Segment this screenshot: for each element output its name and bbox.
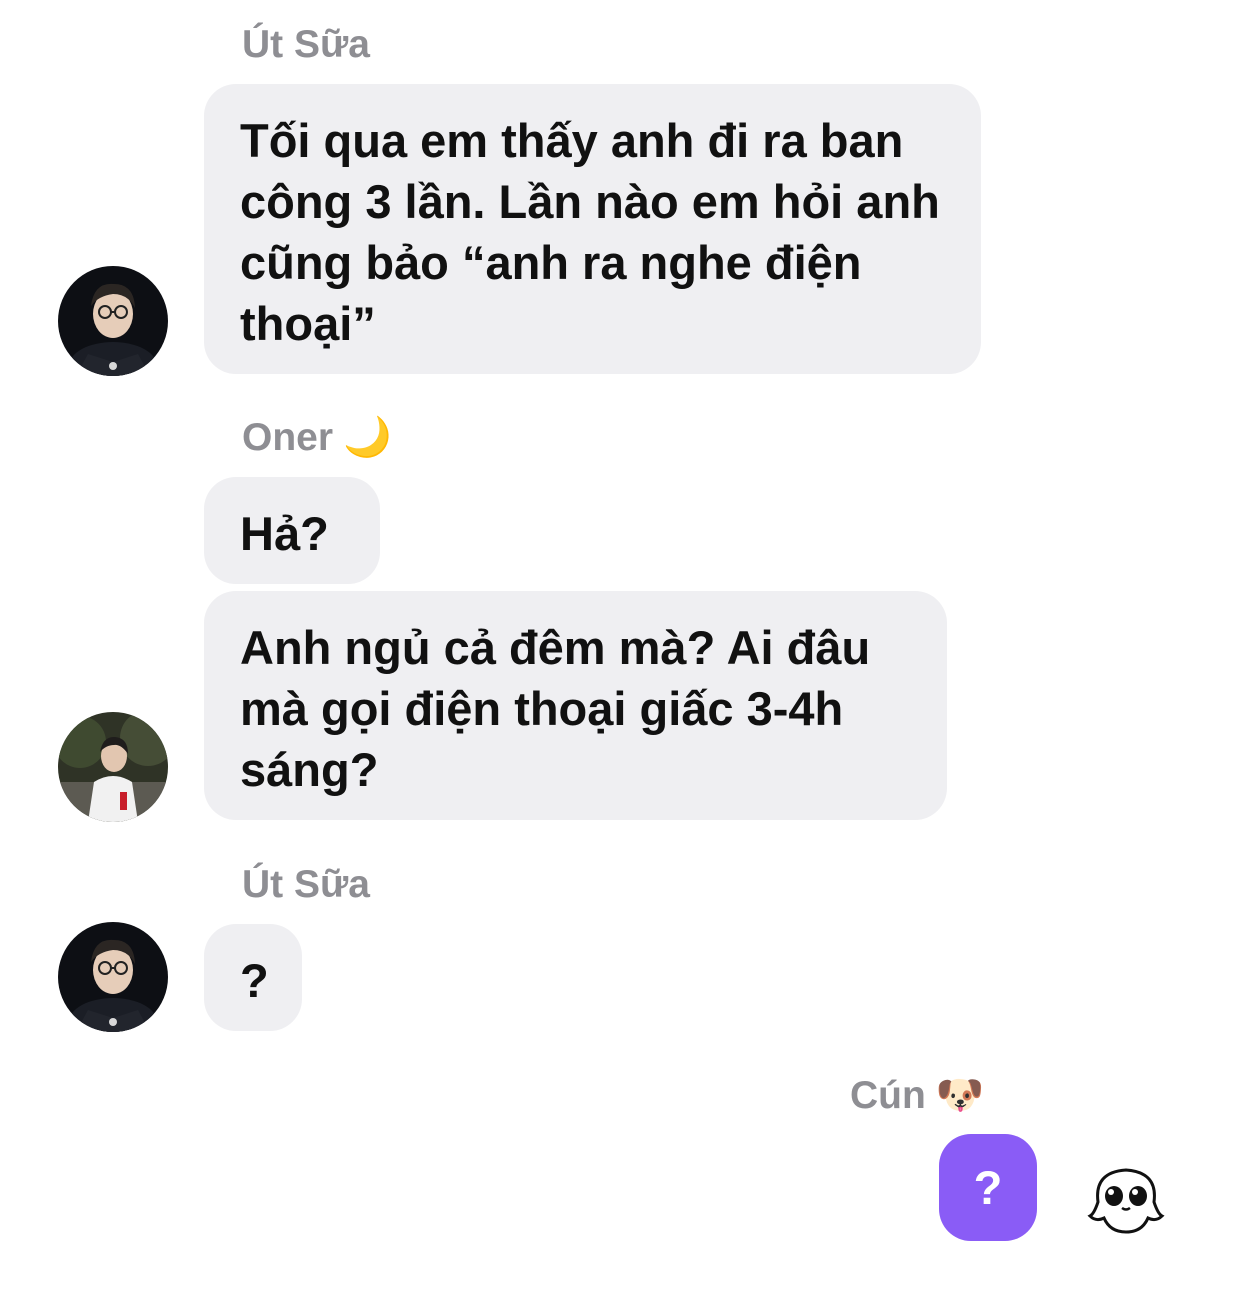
message-text: Tối qua em thấy anh đi ra ban công 3 lần… bbox=[240, 114, 940, 350]
message-bubble[interactable]: Anh ngủ cả đêm mà? Ai đâu mà gọi điện th… bbox=[204, 591, 947, 820]
avatar[interactable] bbox=[58, 922, 168, 1032]
avatar-photo bbox=[58, 266, 168, 376]
sender-name-text: Cún bbox=[850, 1074, 926, 1117]
sender-name: Út Sữa bbox=[242, 862, 370, 908]
message-text: Anh ngủ cả đêm mà? Ai đâu mà gọi điện th… bbox=[240, 621, 871, 796]
avatar[interactable] bbox=[58, 712, 168, 822]
read-receipt-sticker-icon bbox=[1086, 1160, 1166, 1245]
message-bubble[interactable]: Tối qua em thấy anh đi ra ban công 3 lần… bbox=[204, 84, 981, 374]
avatar-photo bbox=[58, 922, 168, 1032]
sender-name-text: Oner bbox=[242, 416, 334, 459]
sender-name: Cún 🐶 bbox=[850, 1073, 984, 1119]
dog-face-icon: 🐶 bbox=[935, 1073, 985, 1118]
avatar[interactable] bbox=[58, 266, 168, 376]
sender-name-text: Út Sữa bbox=[242, 23, 370, 66]
sender-name: Oner 🌙 bbox=[242, 415, 392, 461]
message-text: Hả? bbox=[240, 507, 329, 560]
message-text: ? bbox=[240, 954, 269, 1007]
sender-name: Út Sữa bbox=[242, 22, 370, 68]
sender-name-text: Út Sữa bbox=[242, 863, 370, 906]
moon-icon: 🌙 bbox=[343, 415, 392, 460]
message-bubble[interactable]: ? bbox=[939, 1134, 1037, 1241]
message-bubble[interactable]: Hả? bbox=[204, 477, 380, 584]
message-text: ? bbox=[973, 1161, 1003, 1214]
message-bubble[interactable]: ? bbox=[204, 924, 302, 1031]
avatar-photo bbox=[58, 712, 168, 822]
